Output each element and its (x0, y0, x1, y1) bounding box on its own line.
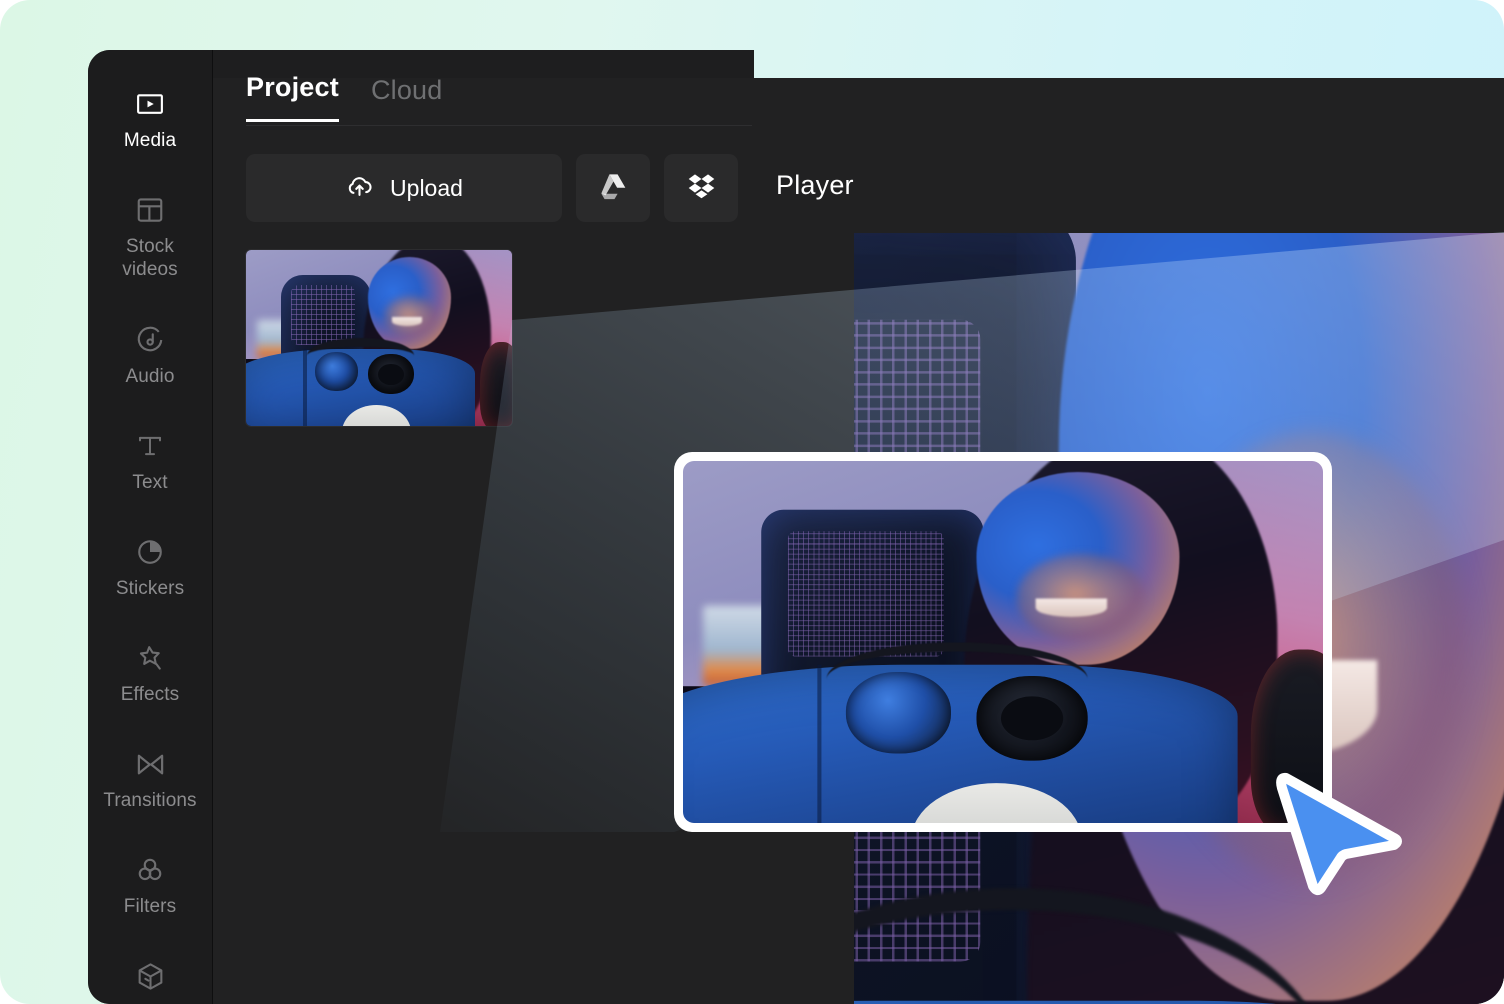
sidebar-item-label: Transitions (103, 790, 197, 812)
app-stage: Media Stock videos Audio Text Stickers E… (0, 0, 1504, 1004)
effects-star-icon (134, 642, 166, 674)
google-drive-button[interactable] (576, 154, 650, 222)
upload-toolbar: Upload (246, 154, 738, 222)
sticker-circle-icon (134, 536, 166, 568)
sidebar-item-label: Audio (125, 365, 175, 387)
sidebar-item-label: Text (132, 471, 168, 493)
media-thumbnail[interactable] (246, 250, 512, 426)
sidebar-item-audio[interactable]: Audio (88, 324, 212, 388)
drag-preview-inner (683, 461, 1323, 823)
cloud-upload-icon (345, 171, 374, 206)
player-title: Player (776, 170, 854, 200)
sidebar-nav: Media Stock videos Audio Text Stickers E… (88, 50, 213, 1004)
sidebar-item-label: Media (123, 130, 177, 151)
transitions-bowtie-icon (134, 748, 166, 780)
sidebar-item-label: Stickers (115, 577, 185, 599)
audio-note-icon (134, 324, 166, 356)
sidebar-item-media[interactable]: Media (88, 88, 212, 152)
sidebar-item-text[interactable]: Text (88, 430, 212, 494)
sidebar-item-label: Effects (120, 684, 180, 706)
sidebar-item-label: Stock videos (122, 236, 178, 281)
tab-cloud[interactable]: Cloud (371, 75, 443, 122)
drag-preview-frame[interactable] (674, 452, 1332, 832)
upload-button[interactable]: Upload (246, 154, 562, 222)
media-play-frame-icon (134, 88, 166, 120)
filters-rings-icon (134, 854, 166, 886)
sidebar-item-3d[interactable] (88, 961, 212, 1002)
sidebar-item-effects[interactable]: Effects (88, 642, 212, 706)
cube-3d-icon (134, 961, 166, 993)
media-tabs: Project Cloud (246, 72, 442, 122)
media-thumbnail-image (246, 250, 512, 426)
dropbox-button[interactable] (664, 154, 738, 222)
upload-button-label: Upload (390, 174, 463, 201)
drag-preview-image (683, 461, 1323, 823)
dropbox-icon (687, 171, 716, 205)
sidebar-item-stock-videos[interactable]: Stock videos (88, 194, 212, 281)
layout-grid-icon (134, 194, 166, 226)
google-drive-icon (599, 171, 628, 205)
sidebar-item-stickers[interactable]: Stickers (88, 536, 212, 600)
tabs-divider (246, 125, 752, 126)
sidebar-item-label: Filters (123, 896, 177, 918)
sidebar-item-transitions[interactable]: Transitions (88, 748, 212, 812)
sidebar-item-filters[interactable]: Filters (88, 854, 212, 918)
text-t-icon (134, 430, 166, 462)
tab-project[interactable]: Project (246, 72, 339, 122)
